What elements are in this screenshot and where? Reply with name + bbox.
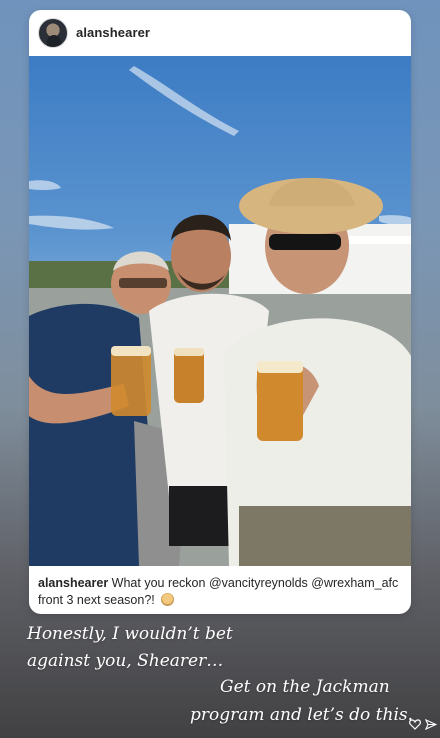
story-text-line-2: against you, Shearer…: [27, 651, 224, 671]
send-icon[interactable]: [425, 719, 437, 730]
story-text-line-1: Honestly, I wouldn’t bet: [27, 624, 233, 644]
story-actions: [409, 719, 437, 730]
post-header[interactable]: alanshearer: [29, 10, 411, 56]
shared-post-card[interactable]: alanshearer alanshearer What you reckon …: [29, 10, 411, 614]
heart-icon[interactable]: [409, 719, 421, 730]
thinking-face-emoji-icon: [161, 593, 175, 606]
caption-username[interactable]: alanshearer: [38, 576, 108, 590]
post-username[interactable]: alanshearer: [76, 25, 150, 40]
story-text-line-3: Get on the Jackman: [220, 677, 390, 697]
post-photo[interactable]: [29, 56, 411, 566]
post-caption: alanshearer What you reckon @vancityreyn…: [38, 575, 404, 609]
photo-illustration: [29, 66, 411, 566]
story-text-line-4: program and let’s do this.: [190, 705, 414, 725]
avatar[interactable]: [38, 18, 68, 48]
